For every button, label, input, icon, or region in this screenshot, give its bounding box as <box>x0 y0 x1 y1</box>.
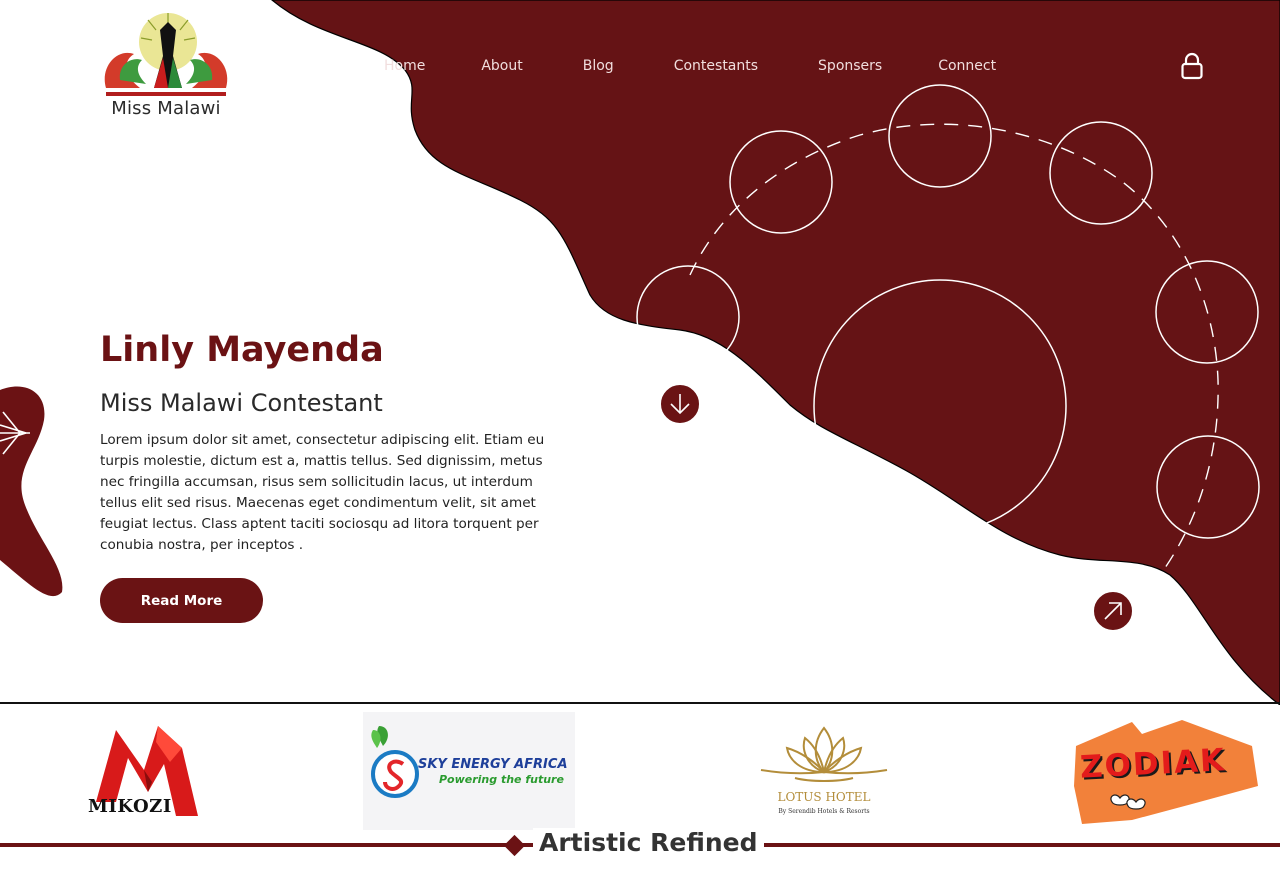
brand-logo[interactable]: Miss Malawi <box>96 8 236 119</box>
contestant-description: Lorem ipsum dolor sit amet, consectetur … <box>100 432 545 553</box>
mikozi-name: MIKOZI <box>88 796 172 817</box>
contestant-photo-main[interactable] <box>813 279 1067 533</box>
nav-blog[interactable]: Blog <box>583 58 614 74</box>
contestant-subtitle: Miss Malawi Contestant <box>100 389 383 417</box>
contestant-photo-3[interactable] <box>888 84 992 188</box>
arrow-down-icon <box>670 394 690 415</box>
diamond-left-icon <box>503 834 526 857</box>
sponsor-lotus-hotel[interactable]: LOTUS HOTEL By Serendib Hotels & Resorts <box>755 722 893 822</box>
section-title: Artistic Refined <box>533 828 764 857</box>
main-nav: Home About Blog Contestants Sponsers Con… <box>384 58 1052 74</box>
scroll-down-button[interactable] <box>660 384 700 424</box>
arrow-up-right-icon <box>1104 602 1122 620</box>
sponsor-sky-energy[interactable]: SKY ENERGY AFRICA Powering the future <box>363 712 575 830</box>
contestant-photo-6[interactable] <box>1156 435 1260 539</box>
nav-contestants[interactable]: Contestants <box>674 58 758 74</box>
miss-malawi-emblem <box>104 13 228 96</box>
read-more-button[interactable]: Read More <box>100 578 263 623</box>
contestant-photo-2[interactable] <box>729 130 833 234</box>
sponsors-strip: MIKOZI SKY ENERGY AFRICA Powering the fu… <box>0 708 1280 834</box>
nav-sponsers[interactable]: Sponsers <box>818 58 882 74</box>
contestant-photo-1[interactable] <box>636 265 740 369</box>
lock-icon[interactable] <box>1180 52 1204 84</box>
sky-energy-logo <box>371 726 419 798</box>
nav-home[interactable]: Home <box>384 58 425 74</box>
lotus-hotel-name: LOTUS HOTEL <box>777 790 871 804</box>
nav-connect[interactable]: Connect <box>938 58 996 74</box>
contestant-photo-4[interactable] <box>1049 121 1153 225</box>
lotus-hotel-tagline: By Serendib Hotels & Resorts <box>778 808 870 815</box>
sponsor-mikozi[interactable]: MIKOZI <box>86 722 208 824</box>
zodiak-name: ZODIAK <box>1079 742 1227 786</box>
nav-about[interactable]: About <box>481 58 522 74</box>
lotus-flower-logo <box>760 726 888 782</box>
contestant-name: Linly Mayenda <box>100 330 384 370</box>
next-contestant-button[interactable] <box>1093 591 1133 631</box>
sky-energy-tagline: Powering the future <box>439 773 564 786</box>
sky-energy-name: SKY ENERGY AFRICA <box>418 757 568 772</box>
sponsor-zodiak[interactable]: ZODIAK <box>1072 716 1258 824</box>
brand-name: Miss Malawi <box>111 98 221 119</box>
